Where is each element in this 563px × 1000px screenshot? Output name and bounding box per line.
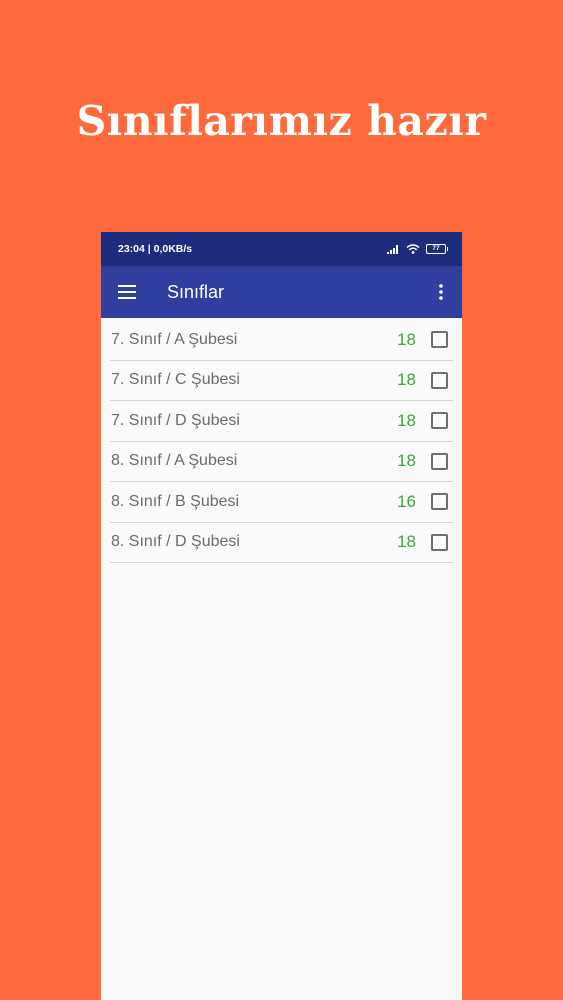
class-row[interactable]: 8. Sınıf / B Şubesi 16 [110, 482, 453, 523]
class-checkbox[interactable] [431, 412, 448, 430]
promo-headline: Sınıflarımız hazır [76, 97, 487, 145]
class-row[interactable]: 7. Sınıf / C Şubesi 18 [110, 361, 453, 401]
status-bar: 23:04 | 0,0KB/s 77 [101, 232, 462, 266]
battery-icon: 77 [426, 244, 448, 254]
hamburger-menu-icon[interactable] [116, 281, 138, 303]
student-count: 18 [397, 410, 416, 430]
app-title: Sınıflar [167, 281, 225, 302]
signal-icon [387, 244, 398, 254]
class-checkbox[interactable] [431, 493, 448, 511]
class-checkbox[interactable] [431, 533, 448, 551]
student-count: 18 [397, 329, 416, 349]
class-row[interactable]: 7. Sınıf / A Şubesi 18 [110, 320, 453, 361]
phone-screen: 23:04 | 0,0KB/s 77 Sınıflar 7. Sınıf / A… [101, 232, 462, 1000]
class-row[interactable]: 8. Sınıf / D Şubesi 18 [110, 523, 453, 563]
student-count: 16 [397, 491, 416, 511]
class-name: 7. Sınıf / A Şubesi [111, 330, 238, 348]
status-icons: 77 [387, 244, 448, 254]
status-time: 23:04 | 0,0KB/s [118, 243, 193, 255]
student-count: 18 [397, 370, 416, 390]
class-name: 8. Sınıf / A Şubesi [111, 452, 238, 470]
class-name: 7. Sınıf / D Şubesi [111, 411, 240, 429]
student-count: 18 [397, 532, 416, 552]
class-checkbox[interactable] [431, 371, 448, 389]
class-checkbox[interactable] [431, 331, 448, 349]
battery-level: 77 [432, 245, 440, 252]
app-bar: Sınıflar [101, 266, 462, 318]
class-name: 8. Sınıf / B Şubesi [111, 492, 240, 510]
class-name: 8. Sınıf / D Şubesi [111, 533, 240, 551]
class-row[interactable]: 7. Sınıf / D Şubesi 18 [110, 401, 453, 442]
class-name: 7. Sınıf / C Şubesi [111, 371, 240, 389]
class-checkbox[interactable] [431, 452, 448, 470]
wifi-icon [406, 244, 420, 254]
class-list: 7. Sınıf / A Şubesi 18 7. Sınıf / C Şube… [101, 318, 462, 563]
student-count: 18 [397, 451, 416, 471]
class-row[interactable]: 8. Sınıf / A Şubesi 18 [110, 442, 453, 482]
more-options-icon[interactable] [432, 281, 450, 303]
